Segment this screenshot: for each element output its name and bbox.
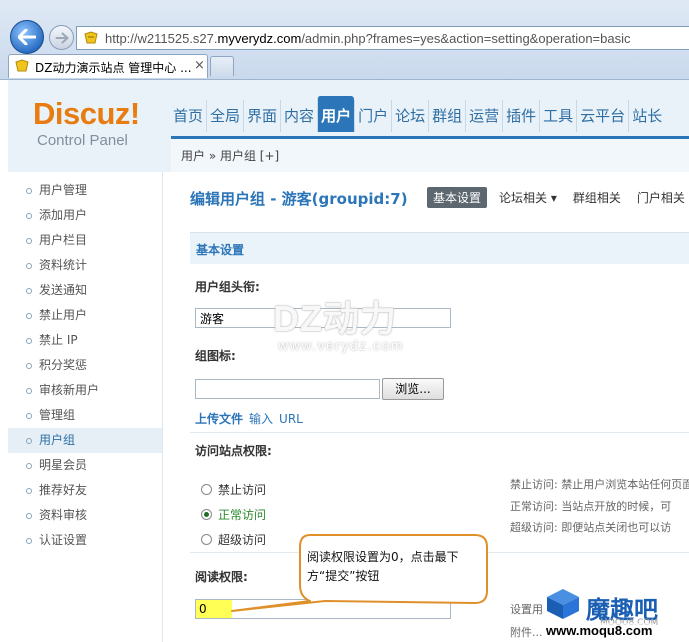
tab-basic[interactable]: 基本设置 xyxy=(427,187,488,208)
nav-item[interactable]: 运营 xyxy=(465,100,502,132)
nav-item[interactable]: 工具 xyxy=(539,100,576,132)
tab-forum[interactable]: 论坛相关 ▾ xyxy=(495,187,561,208)
sidebar-item[interactable]: 禁止用户 xyxy=(8,303,162,328)
back-button[interactable] xyxy=(10,20,44,54)
browse-button[interactable]: 浏览... xyxy=(382,378,444,400)
tab-group[interactable]: 群组相关 xyxy=(569,187,625,208)
instruction-callout: 阅读权限设置为0，点击最下方“提交”按钮 xyxy=(231,533,488,612)
admin-header: Discuz! Control Panel 首页 全局 界面 内容 用户 门户 论坛 群组 运营… xyxy=(8,80,689,172)
address-text[interactable]: http://w211525.s27.myverydz.com/admin.ph… xyxy=(105,31,631,46)
divider xyxy=(190,432,689,433)
address-bar[interactable]: http://w211525.s27.myverydz.com/admin.ph… xyxy=(76,26,689,50)
sidebar: 用户管理 添加用户 用户栏目 资料统计 发送通知 禁止用户 禁止 IP 积分奖惩 审核新用户 管理… xyxy=(8,172,163,642)
radio-forbid[interactable]: 禁止访问 xyxy=(201,481,266,498)
main-nav: 首页 全局 界面 内容 用户 门户 论坛 群组 运营 插件 工具 云平台 站长 xyxy=(170,96,665,132)
breadcrumb[interactable]: 用户 » 用户组 [+] xyxy=(181,147,279,164)
sidebar-item[interactable]: 管理组 xyxy=(8,403,162,428)
nav-item[interactable]: 全局 xyxy=(206,100,243,132)
upload-links: 上传文件 输入 URL xyxy=(195,410,303,427)
nav-item[interactable]: 云平台 xyxy=(576,100,628,132)
sub-nav: 用户 » 用户组 [+] xyxy=(171,136,689,172)
nav-item[interactable]: 首页 xyxy=(170,100,206,132)
url-link[interactable]: URL xyxy=(279,412,303,426)
sidebar-item[interactable]: 审核新用户 xyxy=(8,378,162,403)
read-hint: 设置用 xyxy=(510,603,543,616)
cube-logo-icon xyxy=(547,589,579,619)
browser-chrome: http://w211525.s27.myverydz.com/admin.ph… xyxy=(0,0,689,80)
sidebar-item[interactable]: 禁止 IP xyxy=(8,328,162,353)
sidebar-item[interactable]: 认证设置 xyxy=(8,528,162,553)
input-link[interactable]: 输入 xyxy=(249,412,273,426)
sidebar-item[interactable]: 用户栏目 xyxy=(8,228,162,253)
nav-item[interactable]: 群组 xyxy=(428,100,465,132)
nav-item[interactable]: 界面 xyxy=(243,100,280,132)
logo-subtitle: Control Panel xyxy=(37,132,128,149)
watermark-sub: www.verydz.com xyxy=(278,337,405,353)
nav-item[interactable]: 门户 xyxy=(354,100,391,132)
radio-button[interactable] xyxy=(201,484,212,495)
page-title: 编辑用户组 - 游客(groupid:7) xyxy=(190,190,408,208)
nav-item[interactable]: 论坛 xyxy=(391,100,428,132)
new-tab-button[interactable] xyxy=(210,56,234,76)
upload-file-link[interactable]: 上传文件 xyxy=(195,412,243,426)
brand-url: www.moqu8.com xyxy=(546,623,653,638)
nav-item-active[interactable]: 用户 xyxy=(317,96,355,132)
icon-label: 组图标: xyxy=(195,349,236,363)
sidebar-item[interactable]: 用户组 xyxy=(8,428,162,453)
radio-normal[interactable]: 正常访问 xyxy=(201,506,266,523)
access-hint: 正常访问: 当站点开放的时候，可 xyxy=(510,500,672,513)
sidebar-item[interactable]: 资料统计 xyxy=(8,253,162,278)
sidebar-item[interactable]: 积分奖惩 xyxy=(8,353,162,378)
sidebar-item[interactable]: 明星会员 xyxy=(8,453,162,478)
icon-file-input[interactable] xyxy=(195,379,380,399)
tab-favicon-icon xyxy=(15,59,29,72)
discuz-logo: Discuz! xyxy=(33,96,140,131)
read-hint: 附件... xyxy=(510,626,543,639)
section-title: 基本设置 xyxy=(196,243,245,257)
sidebar-item[interactable]: 发送通知 xyxy=(8,278,162,303)
access-hint: 禁止访问: 禁止用户浏览本站任何页面 xyxy=(510,478,689,491)
tab-close-icon[interactable]: × xyxy=(194,58,205,73)
nav-item[interactable]: 内容 xyxy=(280,100,317,132)
settings-tabs: 基本设置 论坛相关 ▾ 群组相关 门户相关 xyxy=(427,187,689,208)
brand-watermark: 魔趣吧 MOQU8.COM www.moqu8.com xyxy=(540,585,689,642)
title-label: 用户组头衔: xyxy=(195,280,260,294)
back-arrow-icon xyxy=(18,29,36,45)
read-permission-value[interactable]: 0 xyxy=(196,600,232,618)
nav-item[interactable]: 插件 xyxy=(502,100,539,132)
tab-title: DZ动力演示站点 管理中心 ... xyxy=(35,61,192,75)
sidebar-item[interactable]: 用户管理 xyxy=(8,178,162,203)
sidebar-item[interactable]: 资料审核 xyxy=(8,503,162,528)
forward-arrow-icon xyxy=(55,32,68,43)
browser-tab[interactable]: DZ动力演示站点 管理中心 ... × xyxy=(8,54,208,78)
callout-text: 阅读权限设置为0，点击最下方“提交”按钮 xyxy=(307,550,459,583)
forward-button[interactable] xyxy=(49,25,74,50)
radio-button[interactable] xyxy=(201,534,212,545)
sidebar-item[interactable]: 推荐好友 xyxy=(8,478,162,503)
radio-button-checked[interactable] xyxy=(201,509,212,520)
tab-portal[interactable]: 门户相关 xyxy=(633,187,689,208)
sidebar-item[interactable]: 添加用户 xyxy=(8,203,162,228)
nav-item[interactable]: 站长 xyxy=(628,100,665,132)
site-favicon-icon xyxy=(84,31,98,44)
access-hint: 超级访问: 即便站点关闭也可以访 xyxy=(510,521,672,534)
access-label: 访问站点权限: xyxy=(195,444,272,458)
watermark-main: DZ动力 xyxy=(273,298,397,339)
sidebar-list: 用户管理 添加用户 用户栏目 资料统计 发送通知 禁止用户 禁止 IP 积分奖惩 审核新用户 管理… xyxy=(8,172,162,553)
section-header: 基本设置 xyxy=(190,232,689,264)
